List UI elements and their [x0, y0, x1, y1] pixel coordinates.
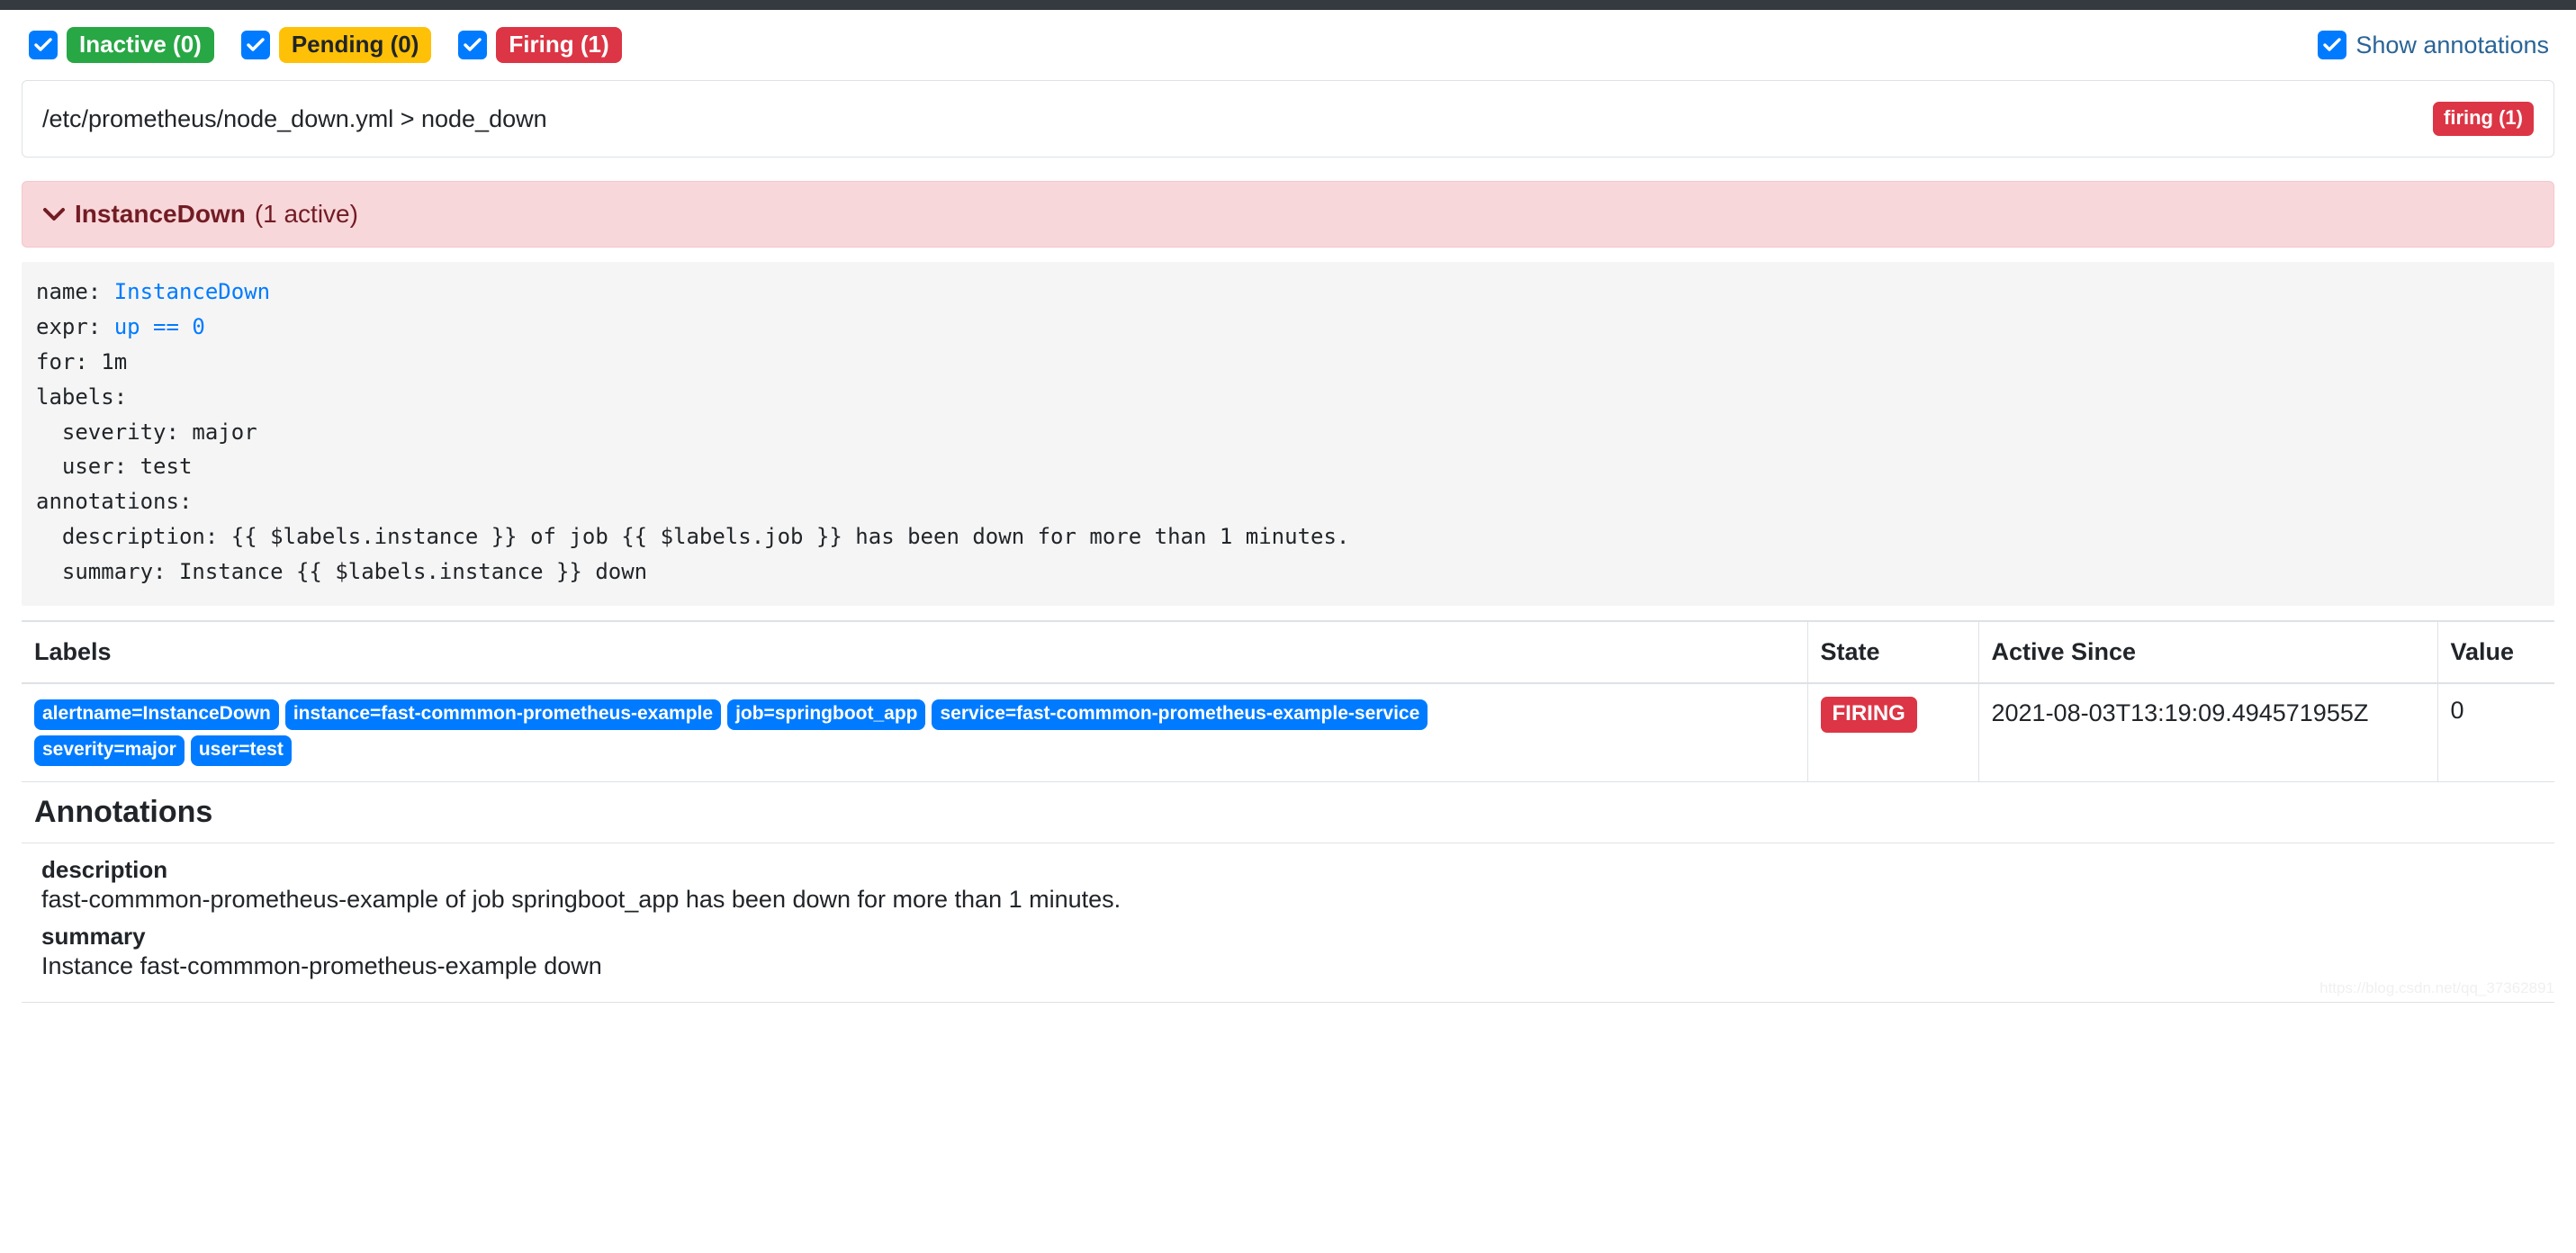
yaml-labels-severity: severity: major [36, 419, 257, 445]
yaml-expr-key: expr: [36, 313, 114, 339]
label-badge[interactable]: severity=major [34, 735, 185, 766]
status-badge: FIRING [1820, 696, 1917, 733]
filter-pending[interactable]: Pending (0) [240, 26, 432, 64]
column-header-value: Value [2437, 619, 2554, 684]
active-since-cell: 2021-08-03T13:19:09.494571955Z [1978, 682, 2438, 782]
inactive-pill[interactable]: Inactive (0) [67, 26, 214, 64]
alerts-page: Inactive (0) Pending (0) Firing (1) Show… [0, 10, 2576, 1003]
annotation-key-summary: summary [41, 922, 146, 950]
inactive-checkbox[interactable] [29, 31, 58, 59]
show-annotations-label[interactable]: Show annotations [2355, 32, 2549, 59]
table-header-row: Labels State Active Since Value [22, 619, 2554, 684]
chevron-down-icon [42, 206, 66, 222]
annotation-key-description: description [41, 855, 168, 883]
label-badge[interactable]: alertname=InstanceDown [34, 699, 279, 730]
filter-firing[interactable]: Firing (1) [458, 26, 622, 64]
alert-rule-yaml: name: InstanceDown expr: up == 0 for: 1m… [22, 262, 2554, 606]
pending-checkbox[interactable] [240, 31, 270, 59]
yaml-for-line: for: 1m [36, 348, 128, 374]
rule-group-header: /etc/prometheus/node_down.yml > node_dow… [23, 81, 2553, 157]
alert-active-count: (1 active) [254, 200, 358, 228]
annotations-content: description fast-commmon-prometheus-exam… [22, 843, 2554, 1003]
yaml-labels-line: labels: [36, 383, 128, 410]
column-header-active-since: Active Since [1978, 619, 2438, 684]
labels-cell: alertname=InstanceDown instance=fast-comm… [22, 682, 1808, 782]
rule-group-path: /etc/prometheus/node_down.yml > node_dow… [42, 104, 547, 132]
alert-state-filter-bar: Inactive (0) Pending (0) Firing (1) Show… [22, 10, 2554, 80]
yaml-name-value: InstanceDown [113, 279, 271, 304]
label-badge[interactable]: job=springboot_app [727, 699, 926, 730]
rule-group-card: /etc/prometheus/node_down.yml > node_dow… [22, 80, 2554, 158]
alert-name: InstanceDown [75, 200, 246, 228]
yaml-annotations-line: annotations: [36, 489, 193, 515]
show-annotations-checkbox[interactable] [2318, 31, 2347, 59]
label-badge[interactable]: user=test [190, 735, 292, 766]
firing-checkbox[interactable] [458, 31, 488, 59]
pending-pill[interactable]: Pending (0) [278, 26, 432, 64]
column-header-labels: Labels [22, 619, 1808, 684]
alert-collapse-header[interactable]: InstanceDown (1 active) [22, 181, 2554, 248]
column-header-state: State [1807, 619, 1979, 684]
table-row: alertname=InstanceDown instance=fast-comm… [22, 682, 2554, 782]
alert-block: InstanceDown (1 active) name: InstanceDo… [22, 181, 2554, 1003]
state-cell: FIRING [1807, 682, 1979, 782]
annotations-title-row: Annotations [22, 781, 2554, 843]
annotation-value-description: fast-commmon-prometheus-example of job s… [41, 885, 1121, 913]
label-badge[interactable]: instance=fast-commmon-prometheus-example [284, 699, 722, 730]
firing-pill[interactable]: Firing (1) [496, 26, 622, 64]
yaml-name-key: name: [36, 279, 114, 304]
top-navbar-strip [0, 0, 2576, 10]
show-annotations-toggle[interactable]: Show annotations [2318, 31, 2554, 59]
alert-instances-table: Labels State Active Since Value alertnam… [22, 619, 2554, 1003]
yaml-expr-value: up == 0 [113, 313, 205, 339]
annotations-heading: Annotations [22, 781, 2554, 843]
annotation-value-summary: Instance fast-commmon-prometheus-example… [41, 951, 602, 979]
annotations-content-row: description fast-commmon-prometheus-exam… [22, 843, 2554, 1003]
yaml-labels-user: user: test [36, 454, 193, 480]
rule-group-state-badge: firing (1) [2433, 102, 2534, 136]
watermark: https://blog.csdn.net/qq_37362891 [2319, 978, 2554, 996]
value-cell: 0 [2437, 682, 2554, 782]
label-badge[interactable]: service=fast-commmon-prometheus-example-… [932, 699, 1428, 730]
yaml-annotation-description: description: {{ $labels.instance }} of j… [36, 524, 1350, 550]
filter-inactive[interactable]: Inactive (0) [29, 26, 214, 64]
yaml-annotation-summary: summary: Instance {{ $labels.instance }}… [36, 559, 648, 584]
